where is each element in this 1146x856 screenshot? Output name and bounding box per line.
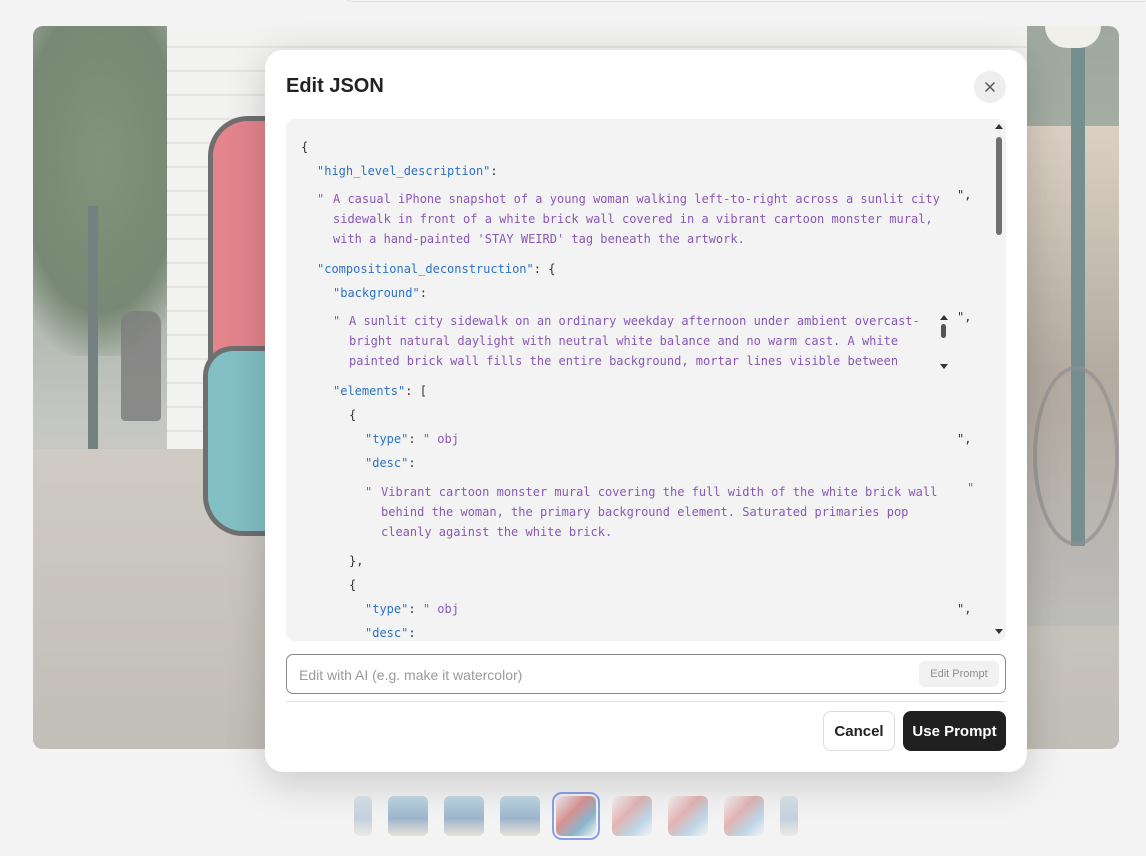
- code-line: {: [301, 140, 309, 154]
- string-close-quote: ",: [957, 432, 972, 446]
- string-value-line[interactable]: behind the woman, the primary background…: [381, 505, 908, 519]
- scroll-down-icon[interactable]: [995, 629, 1003, 634]
- editor-scrollbar[interactable]: [993, 124, 1003, 639]
- scroll-up-icon[interactable]: [995, 124, 1003, 129]
- code-line: },: [349, 554, 364, 568]
- code-line: "compositional_deconstruction": {: [317, 262, 556, 276]
- code-line: {: [349, 408, 357, 422]
- edit-json-modal: Edit JSON { "high_level_description": " …: [265, 50, 1027, 772]
- inner-scroll-down-icon[interactable]: [940, 364, 948, 369]
- code-line: "desc":: [365, 626, 416, 640]
- string-open-quote: ": [365, 485, 373, 499]
- string-open-quote: ": [333, 314, 341, 328]
- string-value-line[interactable]: painted brick wall fills the entire back…: [349, 354, 898, 368]
- close-icon: [985, 82, 995, 92]
- use-prompt-button[interactable]: Use Prompt: [903, 711, 1006, 751]
- code-line: "elements": [: [333, 384, 427, 398]
- json-editor[interactable]: { "high_level_description": " A casual i…: [286, 119, 1006, 641]
- string-close-quote: ": [967, 481, 975, 495]
- code-line: "high_level_description":: [317, 164, 498, 178]
- string-value-line[interactable]: sidewalk in front of a white brick wall …: [333, 212, 933, 226]
- string-open-quote: ": [317, 192, 325, 206]
- close-button[interactable]: [974, 71, 1006, 103]
- inner-scrollbar-thumb[interactable]: [941, 324, 946, 338]
- inner-scroll-up-icon[interactable]: [940, 315, 948, 320]
- footer-divider: [286, 701, 1006, 702]
- string-close-quote: ",: [957, 188, 972, 202]
- code-line: "desc":: [365, 456, 416, 470]
- modal-title: Edit JSON: [286, 75, 384, 97]
- cancel-button[interactable]: Cancel: [823, 711, 895, 751]
- code-line: "type": " obj: [365, 602, 459, 616]
- string-close-quote: ",: [957, 310, 972, 324]
- string-value-line[interactable]: with a hand-painted 'STAY WEIRD' tag ben…: [333, 232, 745, 246]
- string-close-quote: ",: [957, 602, 972, 616]
- string-value-line[interactable]: A casual iPhone snapshot of a young woma…: [333, 192, 940, 206]
- string-value-line[interactable]: Vibrant cartoon monster mural covering t…: [381, 485, 937, 499]
- edit-prompt-button[interactable]: Edit Prompt: [919, 661, 999, 687]
- ai-edit-field[interactable]: Edit Prompt: [286, 654, 1006, 694]
- string-value-line[interactable]: cleanly against the white brick.: [381, 525, 612, 539]
- string-value-line[interactable]: bright natural daylight with neutral whi…: [349, 334, 898, 348]
- code-line: {: [349, 578, 357, 592]
- ai-edit-input[interactable]: [299, 664, 899, 686]
- code-line: "background":: [333, 286, 427, 300]
- string-value-line[interactable]: A sunlit city sidewalk on an ordinary we…: [349, 314, 920, 328]
- code-line: "type": " obj: [365, 432, 459, 446]
- editor-scrollbar-thumb[interactable]: [996, 137, 1002, 235]
